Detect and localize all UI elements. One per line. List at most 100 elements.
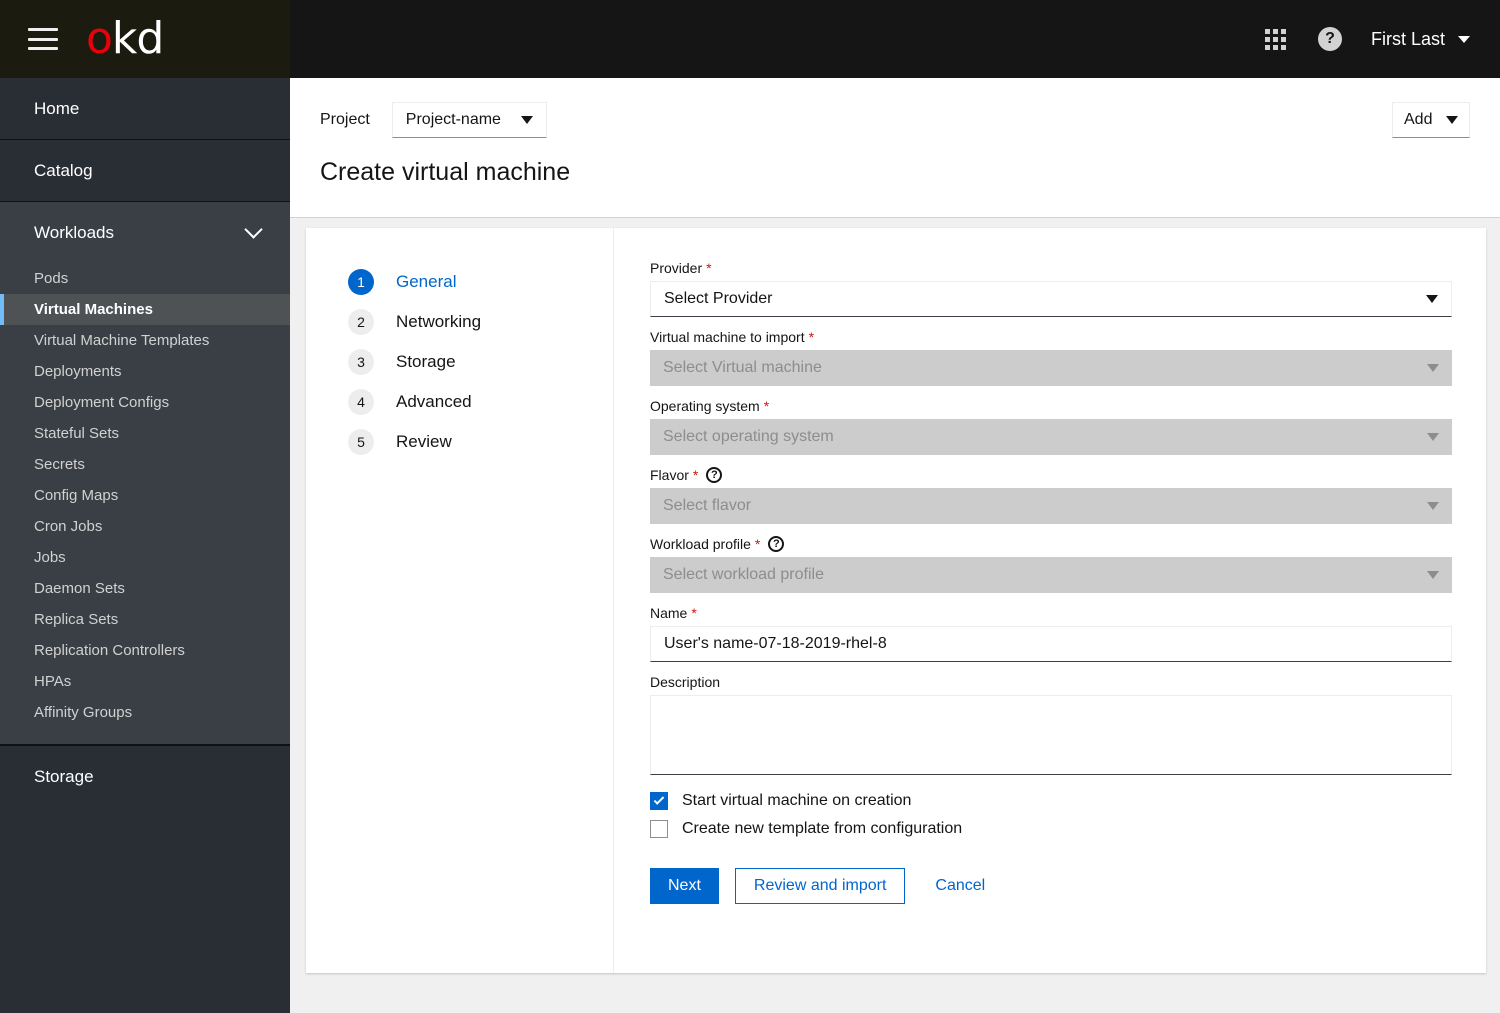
- sidebar-item-pods[interactable]: Pods: [0, 263, 290, 294]
- wizard-step-label: Review: [396, 432, 452, 451]
- sidebar-item-secrets[interactable]: Secrets: [0, 449, 290, 480]
- workload-profile-select-value: Select workload profile: [663, 566, 824, 583]
- name-input[interactable]: [650, 626, 1452, 662]
- wizard-step-networking[interactable]: 2 Networking: [348, 302, 613, 342]
- sidebar-item-label: Secrets: [34, 456, 85, 473]
- sidebar-item-deployments[interactable]: Deployments: [0, 356, 290, 387]
- sidebar-item-hpas[interactable]: HPAs: [0, 666, 290, 697]
- sidebar-item-storage[interactable]: Storage: [0, 746, 290, 807]
- sidebar-item-label: Deployments: [34, 363, 122, 380]
- sidebar-item-jobs[interactable]: Jobs: [0, 542, 290, 573]
- chevron-down-icon: [520, 116, 533, 124]
- create-template-checkbox-label: Create new template from configuration: [682, 820, 963, 837]
- okd-logo[interactable]: okd: [86, 17, 164, 61]
- sidebar-item-storage-label: Storage: [34, 766, 94, 786]
- page-title: Create virtual machine: [320, 158, 571, 186]
- sidebar-item-cron-jobs[interactable]: Cron Jobs: [0, 511, 290, 542]
- wizard-step-storage[interactable]: 3 Storage: [348, 342, 613, 382]
- sidebar-item-home-label: Home: [34, 98, 80, 118]
- description-textarea[interactable]: [650, 695, 1452, 775]
- sidebar-item-replication-controllers[interactable]: Replication Controllers: [0, 635, 290, 666]
- wizard-step-advanced[interactable]: 4 Advanced: [348, 382, 613, 422]
- wizard-step-number: 4: [348, 389, 374, 415]
- field-flavor: Flavor * ? Select flavor: [650, 467, 1452, 524]
- chevron-down-icon: [1458, 35, 1470, 43]
- help-button[interactable]: ?: [1303, 0, 1357, 78]
- sidebar-item-label: Config Maps: [34, 487, 119, 504]
- name-label-text: Name: [650, 605, 688, 621]
- flavor-select-value: Select flavor: [663, 497, 752, 514]
- sidebar-item-virtual-machine-templates[interactable]: Virtual Machine Templates: [0, 325, 290, 356]
- sidebar-navigation: Home Catalog Workloads Pods Virtual Machi…: [0, 78, 290, 1013]
- workload-profile-label-text: Workload profile: [650, 536, 751, 552]
- start-vm-checkbox-row[interactable]: Start virtual machine on creation: [650, 792, 1452, 810]
- provider-select[interactable]: Select Provider: [650, 281, 1452, 317]
- project-selector-row: Project Project-name: [290, 78, 1500, 138]
- field-description: Description: [650, 674, 1452, 780]
- next-button[interactable]: Next: [650, 868, 719, 904]
- page-header: Project Project-name Add Create virtual …: [290, 78, 1500, 218]
- start-vm-checkbox-label: Start virtual machine on creation: [682, 792, 912, 809]
- sidebar-item-home[interactable]: Home: [0, 78, 290, 139]
- sidebar-item-workloads-label: Workloads: [34, 222, 114, 242]
- sidebar-item-virtual-machines[interactable]: Virtual Machines: [0, 294, 290, 325]
- workload-profile-label: Workload profile * ?: [650, 536, 1452, 552]
- sidebar-item-catalog-label: Catalog: [34, 160, 93, 180]
- field-vm-to-import: Virtual machine to import * Select Virtu…: [650, 329, 1452, 386]
- wizard-step-label: Networking: [396, 312, 482, 331]
- sidebar-section-workloads: Workloads Pods Virtual Machines Virtual Ma…: [0, 202, 290, 745]
- project-name-dropdown[interactable]: Project-name: [391, 102, 547, 138]
- required-asterisk: *: [754, 536, 761, 552]
- user-name-label: First Last: [1370, 28, 1445, 49]
- wizard-general-form: Provider * Select Provider Virtual machi…: [614, 228, 1486, 973]
- chevron-down-icon: [244, 220, 263, 239]
- help-icon[interactable]: ?: [768, 536, 785, 552]
- masthead-actions: ? First Last: [1249, 0, 1500, 78]
- add-dropdown-button[interactable]: Add: [1392, 102, 1470, 138]
- sidebar-item-affinity-groups[interactable]: Affinity Groups: [0, 697, 290, 728]
- cancel-button[interactable]: Cancel: [929, 876, 991, 896]
- okd-console-window: okd ? First Last Home Catalog Workloads …: [0, 0, 1500, 1013]
- user-menu[interactable]: First Last: [1371, 29, 1470, 50]
- start-vm-checkbox[interactable]: [650, 792, 668, 810]
- wizard-step-review[interactable]: 5 Review: [348, 422, 613, 462]
- sidebar-item-replica-sets[interactable]: Replica Sets: [0, 604, 290, 635]
- required-asterisk: *: [692, 467, 699, 483]
- field-workload-profile: Workload profile * ? Select workload pro…: [650, 536, 1452, 593]
- wizard-step-number: 2: [348, 309, 374, 335]
- project-label: Project: [320, 111, 370, 128]
- description-label-text: Description: [650, 674, 721, 690]
- sidebar-item-config-maps[interactable]: Config Maps: [0, 480, 290, 511]
- chevron-down-icon: [1427, 571, 1439, 579]
- sidebar-section-catalog: Catalog: [0, 140, 290, 202]
- wizard-step-general[interactable]: 1 General: [348, 262, 613, 302]
- workload-profile-select: Select workload profile: [650, 557, 1452, 593]
- sidebar-item-deployment-configs[interactable]: Deployment Configs: [0, 387, 290, 418]
- field-provider: Provider * Select Provider: [650, 260, 1452, 317]
- operating-system-label: Operating system *: [650, 398, 1452, 414]
- sidebar-item-label: Daemon Sets: [34, 580, 125, 597]
- sidebar-item-label: Virtual Machine Templates: [34, 332, 210, 349]
- review-and-import-button[interactable]: Review and import: [734, 868, 906, 904]
- sidebar-item-workloads[interactable]: Workloads: [0, 202, 290, 263]
- required-asterisk: *: [763, 398, 770, 414]
- sidebar-item-daemon-sets[interactable]: Daemon Sets: [0, 573, 290, 604]
- apps-grid-button[interactable]: [1249, 0, 1303, 78]
- hamburger-icon[interactable]: [28, 28, 58, 50]
- sidebar-item-catalog[interactable]: Catalog: [0, 140, 290, 201]
- sidebar-item-label: Jobs: [34, 549, 66, 566]
- create-template-checkbox[interactable]: [650, 820, 668, 838]
- masthead: okd ? First Last: [0, 0, 1500, 78]
- logo-o-letter: o: [86, 13, 113, 64]
- wizard-step-label: General: [396, 272, 457, 291]
- required-asterisk: *: [691, 605, 697, 621]
- create-template-checkbox-row[interactable]: Create new template from configuration: [650, 820, 1452, 838]
- sidebar-item-stateful-sets[interactable]: Stateful Sets: [0, 418, 290, 449]
- sidebar-item-label: Replica Sets: [34, 611, 119, 628]
- required-asterisk: *: [706, 260, 712, 276]
- chevron-down-icon: [1446, 116, 1458, 124]
- sidebar-item-label: Deployment Configs: [34, 394, 170, 411]
- description-label: Description: [650, 674, 1452, 690]
- vm-to-import-label-text: Virtual machine to import: [650, 329, 805, 345]
- help-icon[interactable]: ?: [706, 467, 723, 483]
